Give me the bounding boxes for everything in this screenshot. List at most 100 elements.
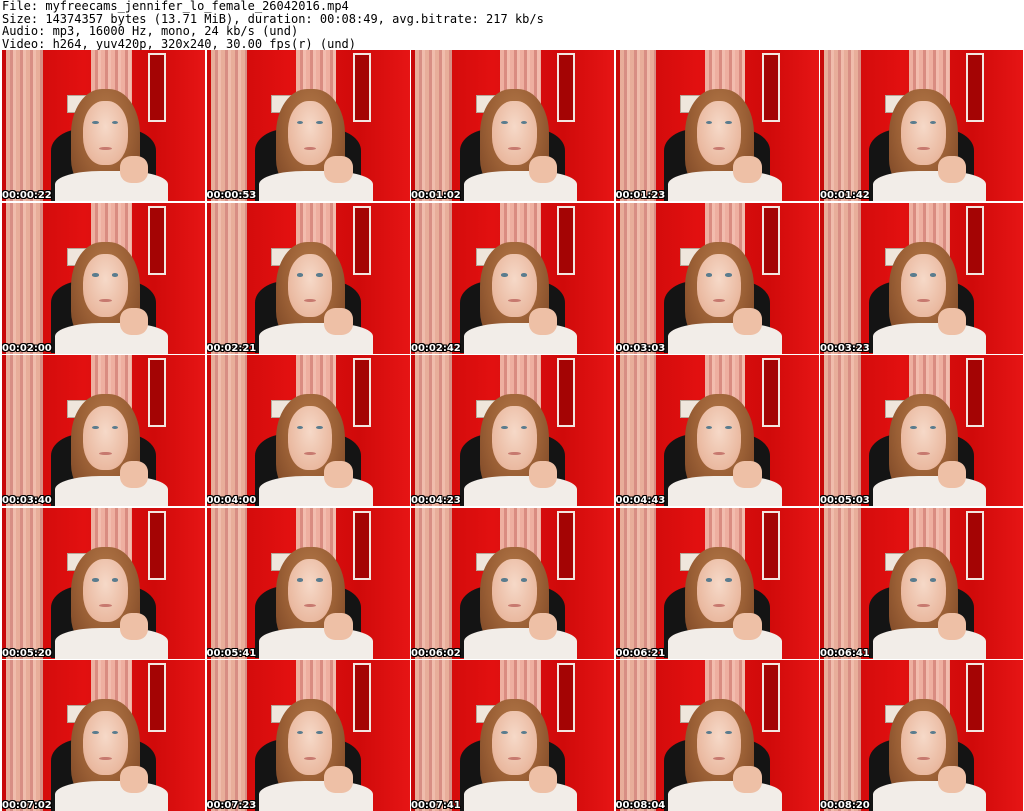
thumbnail-scene-mouth [99, 146, 112, 150]
video-thumbnail[interactable]: 00:06:41 [820, 507, 1023, 659]
thumbnail-scene-eye-r [929, 578, 937, 582]
video-thumbnail[interactable]: 00:04:43 [615, 355, 819, 506]
thumbnail-scene-mouth [508, 451, 521, 455]
thumbnail-timestamp: 00:08:20 [820, 800, 870, 811]
thumbnail-scene-mouth [712, 756, 726, 760]
thumbnail-scene-shirt [668, 780, 782, 811]
thumbnail-scene-curtain-l [415, 660, 452, 811]
video-thumbnail[interactable]: 00:04:23 [411, 355, 614, 506]
thumbnail-scene-frame [352, 205, 371, 275]
thumbnail-scene-hand [324, 765, 353, 793]
thumbnail-scene-shirt [668, 628, 782, 659]
thumbnail-scene-eye-r [929, 273, 937, 277]
thumbnail-timestamp: 00:01:02 [411, 190, 461, 201]
thumbnail-scene-frame [761, 663, 780, 733]
video-thumbnail[interactable]: 00:04:00 [206, 355, 410, 506]
thumbnail-scene-eye-l [910, 273, 917, 277]
thumbnail-timestamp: 00:02:00 [2, 342, 52, 354]
thumbnail-scene-eye-l [910, 578, 917, 582]
thumbnail-scene-shirt [54, 475, 169, 506]
thumbnail-scene-hand [324, 308, 353, 336]
audio-info-line: Audio: mp3, 16000 Hz, mono, 24 kb/s (und… [2, 24, 299, 38]
thumbnail-timestamp: 00:07:23 [206, 800, 257, 811]
thumbnail-scene-face [492, 253, 537, 318]
thumbnail-scene-eye-l [92, 273, 99, 277]
thumbnail-timestamp: 00:05:20 [2, 647, 52, 659]
video-thumbnail[interactable]: 00:02:21 [206, 202, 410, 354]
thumbnail-scene-hand [733, 765, 762, 793]
thumbnail-scene-eye-l [92, 578, 99, 582]
thumbnail-scene-shirt [668, 170, 782, 201]
thumbnail-scene-curtain-l [824, 507, 861, 659]
thumbnail-scene-curtain-l [824, 50, 861, 201]
thumbnail-scene-face [492, 558, 537, 623]
video-thumbnail[interactable]: 00:05:20 [2, 507, 205, 659]
thumbnail-scene-eye-r [725, 578, 732, 582]
thumbnail-scene-eye-l [501, 578, 508, 582]
thumbnail-scene-eye-l [296, 273, 304, 277]
thumbnail-scene-shirt [463, 628, 578, 659]
thumbnail-scene-frame [966, 510, 985, 580]
video-thumbnail[interactable]: 00:08:04 [615, 660, 819, 811]
thumbnail-scene-frame [966, 205, 985, 275]
thumbnail-scene-hand [119, 613, 149, 641]
thumbnail-timestamp: 00:05:41 [206, 647, 257, 659]
thumbnail-scene-shirt [872, 780, 987, 811]
thumbnail-scene-mouth [712, 451, 726, 455]
thumbnail-scene-eye-r [725, 273, 732, 277]
video-thumbnail[interactable]: 00:00:22 [2, 50, 205, 201]
thumbnail-scene-shirt [259, 780, 373, 811]
thumbnail-scene-curtain-l [824, 660, 861, 811]
thumbnail-scene-hand [324, 613, 353, 641]
thumbnail-scene-shirt [259, 475, 373, 506]
video-thumbnail[interactable]: 00:06:02 [411, 507, 614, 659]
thumbnail-timestamp: 00:04:00 [206, 495, 257, 506]
video-thumbnail[interactable]: 00:07:41 [411, 660, 614, 811]
video-thumbnail[interactable]: 00:02:00 [2, 202, 205, 354]
thumbnail-scene-mouth [917, 756, 930, 760]
video-thumbnail[interactable]: 00:01:23 [615, 50, 819, 201]
thumbnail-scene-hand [528, 308, 558, 336]
video-thumbnail[interactable]: 00:08:20 [820, 660, 1023, 811]
video-thumbnail[interactable]: 00:07:02 [2, 660, 205, 811]
thumbnail-scene-hand [324, 460, 353, 488]
thumbnail-timestamp: 00:03:03 [615, 342, 666, 354]
thumbnail-scene-frame [966, 358, 985, 428]
thumbnail-scene-shirt [872, 475, 987, 506]
thumbnail-scene-curtain-l [824, 355, 861, 506]
thumbnail-scene-curtain-l [210, 507, 248, 659]
thumbnail-scene-mouth [303, 756, 317, 760]
video-thumbnail[interactable]: 00:01:02 [411, 50, 614, 201]
thumbnail-scene-hand [733, 460, 762, 488]
thumbnail-grid: 00:00:22 00:00:53 00:01:02 00:01:23 00:01:42… [2, 50, 1024, 811]
thumbnail-scene-frame [148, 53, 167, 123]
video-thumbnail[interactable]: 00:07:23 [206, 660, 410, 811]
thumbnail-timestamp: 00:04:23 [411, 495, 461, 506]
thumbnail-scene-frame [966, 53, 985, 123]
thumbnail-scene-face [287, 101, 333, 165]
thumbnail-scene-face [492, 711, 537, 775]
thumbnail-scene-mouth [508, 146, 521, 150]
video-thumbnail[interactable]: 00:06:21 [615, 507, 819, 659]
thumbnail-scene-mouth [303, 451, 317, 455]
thumbnail-scene-hand [528, 765, 558, 793]
thumbnail-scene-eye-r [111, 273, 119, 277]
video-thumbnail[interactable]: 00:05:03 [820, 355, 1023, 506]
video-thumbnail[interactable]: 00:02:42 [411, 202, 614, 354]
thumbnail-scene-curtain-l [415, 50, 452, 201]
video-thumbnail[interactable]: 00:05:41 [206, 507, 410, 659]
thumbnail-scene-face [696, 101, 742, 165]
thumbnail-scene-hand [119, 308, 149, 336]
video-thumbnail[interactable]: 00:00:53 [206, 50, 410, 201]
video-thumbnail[interactable]: 00:01:42 [820, 50, 1023, 201]
thumbnail-scene-curtain-l [6, 660, 43, 811]
thumbnail-scene-face [287, 558, 333, 623]
thumbnail-scene-shirt [259, 170, 373, 201]
video-thumbnail[interactable]: 00:03:40 [2, 355, 205, 506]
thumbnail-scene-eye-l [705, 578, 713, 582]
thumbnail-scene-face [696, 558, 742, 623]
video-thumbnail[interactable]: 00:03:03 [615, 202, 819, 354]
video-thumbnail[interactable]: 00:03:23 [820, 202, 1023, 354]
thumbnail-scene-face [696, 253, 742, 318]
thumbnail-scene-shirt [463, 323, 578, 354]
